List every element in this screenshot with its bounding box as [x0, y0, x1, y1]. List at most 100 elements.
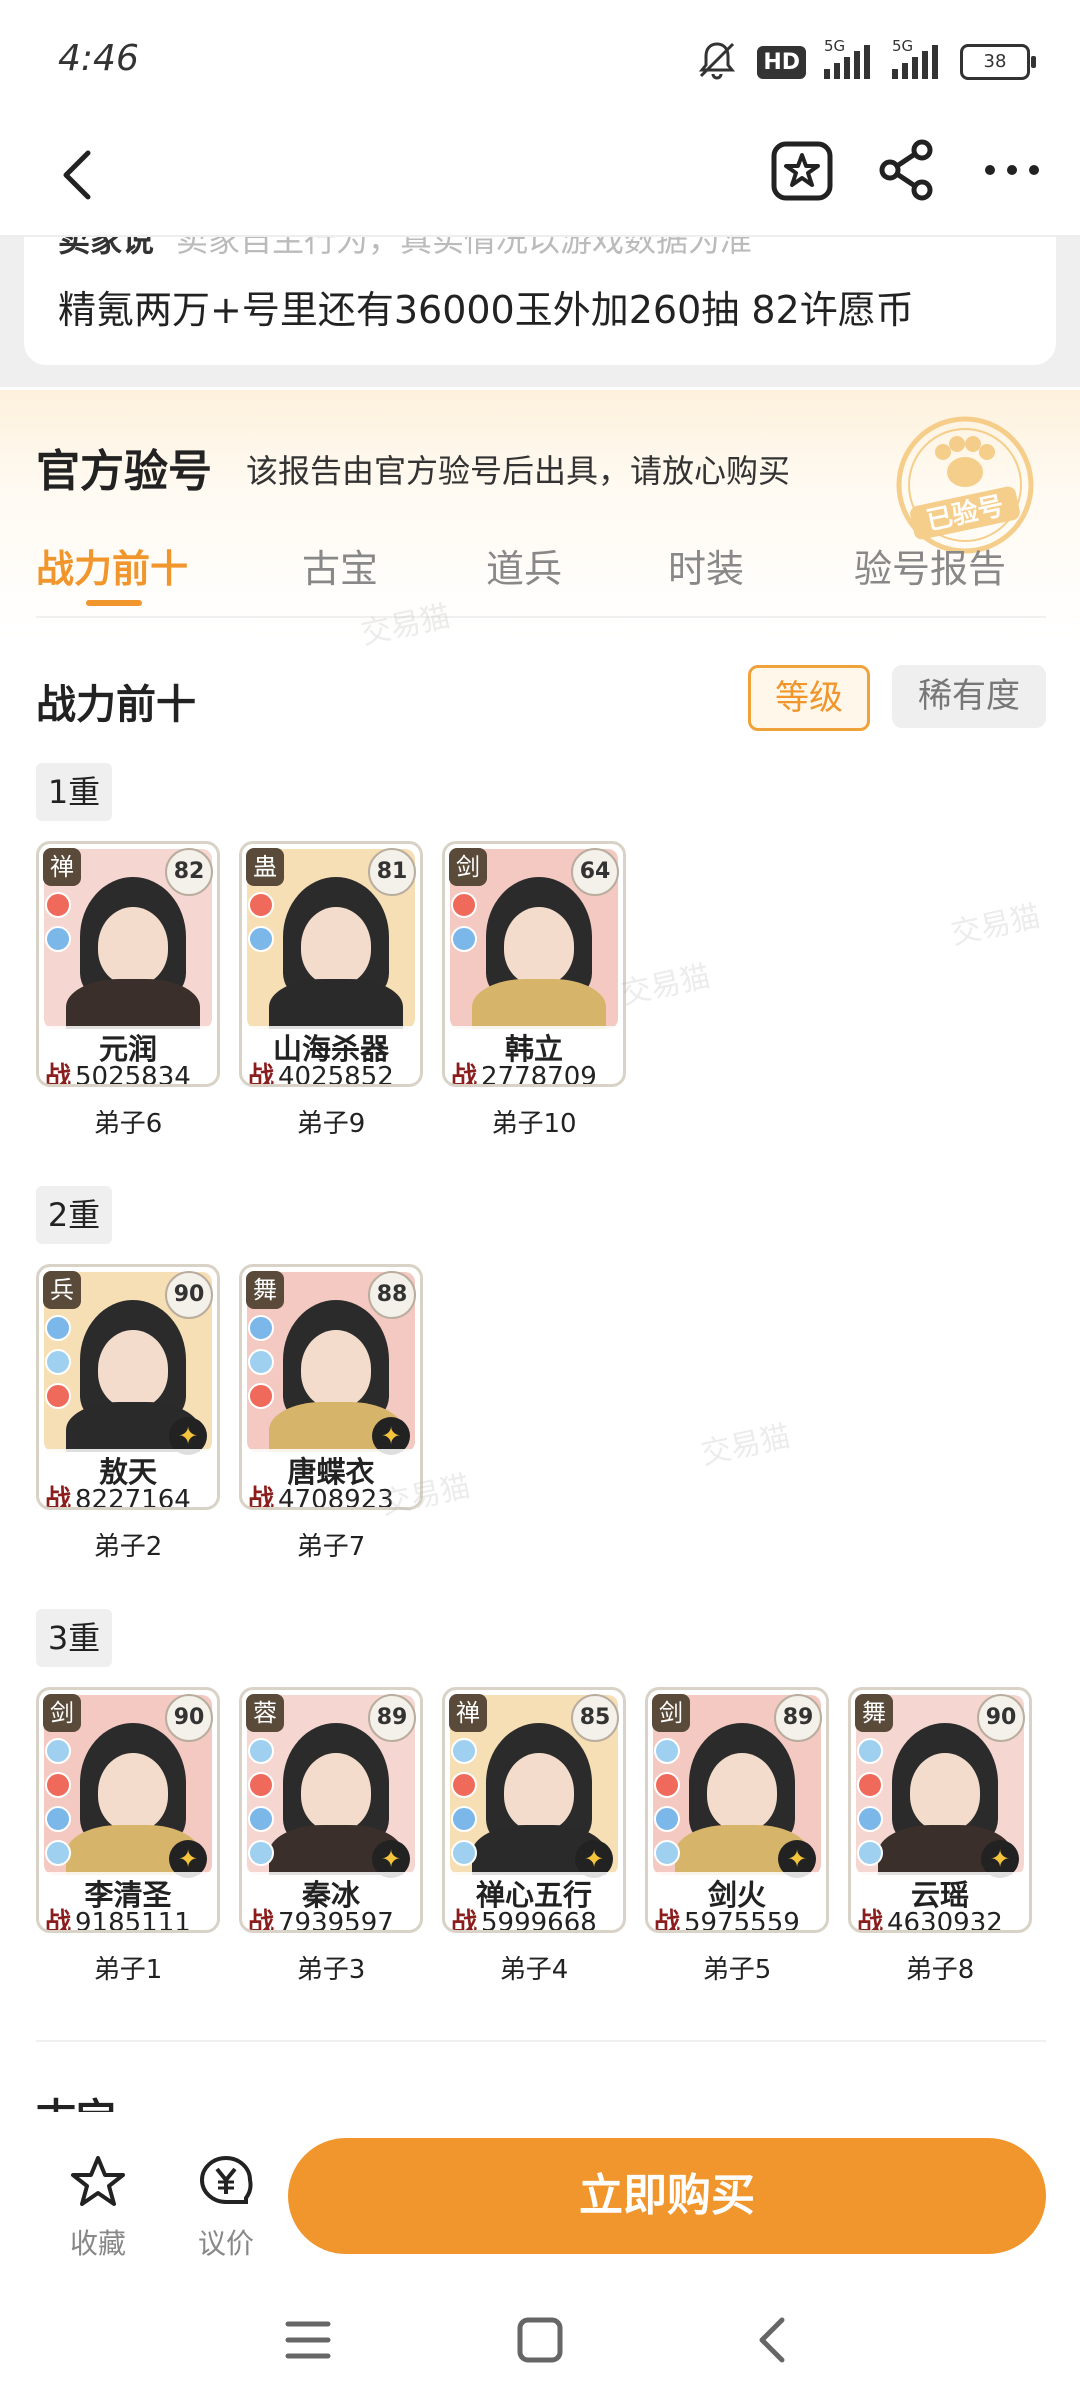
- favorite-action[interactable]: 收藏: [60, 2154, 136, 2262]
- rank-orbs: [451, 1738, 477, 1874]
- power-prefix: 战: [451, 1062, 478, 1087]
- level-badge: 81: [368, 848, 416, 896]
- disciple-label: 弟子6: [93, 1109, 163, 1139]
- seller-note-label: 卖家说: [58, 237, 155, 259]
- star-orb-icon: [45, 1383, 71, 1409]
- bargain-label: 议价: [197, 2227, 254, 2260]
- power-value: 4708923: [278, 1485, 394, 1510]
- disciple-label: 弟子8: [905, 1955, 975, 1985]
- star-orb-icon: [857, 1840, 883, 1866]
- disciple-label: 弟子3: [296, 1955, 366, 1985]
- tab-weapons[interactable]: 道兵: [486, 538, 562, 593]
- power-value: 2778709: [481, 1062, 597, 1087]
- status-time: 4:46: [58, 38, 139, 79]
- bargain-action[interactable]: 议价: [188, 2154, 264, 2262]
- class-badge: 兵: [43, 1271, 81, 1309]
- sort-by-rarity-button[interactable]: 稀有度: [892, 665, 1046, 728]
- level-badge: 88: [368, 1271, 416, 1319]
- star-orb-icon: [45, 1349, 71, 1375]
- class-badge: 禅: [43, 848, 81, 886]
- disciple-label: 弟子7: [296, 1532, 366, 1562]
- star-orb-icon: [45, 926, 71, 952]
- more-dots-icon[interactable]: [980, 138, 1044, 202]
- power-prefix: 战: [857, 1908, 884, 1933]
- disciple-card[interactable]: 蓉 89 ✦ 秦冰战 7939597: [239, 1687, 423, 1933]
- power-value: 4630932: [887, 1908, 1003, 1933]
- combat-power: 战 4025852: [248, 1056, 418, 1087]
- combat-power: 战 5999668: [451, 1902, 621, 1930]
- tab-report[interactable]: 验号报告: [854, 538, 1006, 593]
- tab-outfits[interactable]: 时装: [668, 538, 744, 593]
- system-nav-bar: [0, 2282, 1080, 2401]
- tab-power-top10[interactable]: 战力前十: [36, 538, 188, 593]
- star-orb-icon: [451, 1840, 477, 1866]
- official-title: 官方验号: [36, 446, 212, 497]
- disciple-label: 弟子1: [93, 1955, 163, 1985]
- star-orb-icon: [248, 1840, 274, 1866]
- power-prefix: 战: [45, 1485, 72, 1510]
- sort-by-level-button[interactable]: 等级: [748, 665, 870, 731]
- level-badge: 82: [165, 848, 213, 896]
- signal-icon-1: 5G: [824, 37, 874, 79]
- disciple-card[interactable]: 兵 90 ✦ 敖天战 8227164: [36, 1264, 220, 1510]
- star-orb-icon: [248, 1383, 274, 1409]
- power-value: 5025834: [75, 1062, 191, 1087]
- tab-artifacts[interactable]: 古宝: [302, 538, 378, 593]
- combat-power: 战 5975559: [654, 1902, 824, 1933]
- star-orb-icon: [45, 1315, 71, 1341]
- favorite-star-icon[interactable]: [770, 138, 834, 202]
- rank-orbs: [857, 1738, 883, 1874]
- class-badge: 禅: [449, 1694, 487, 1732]
- disciple-card[interactable]: 禅 82 元润战 5025834: [36, 841, 220, 1087]
- power-value: 5975559: [684, 1908, 800, 1933]
- disciple-label: 弟子10: [491, 1109, 577, 1139]
- disciple-card[interactable]: 蛊 81 山海杀器战 4025852: [239, 841, 423, 1087]
- power-prefix: 战: [654, 1908, 681, 1933]
- power-prefix: 战: [248, 1062, 275, 1087]
- power-value: 9185111: [75, 1908, 191, 1933]
- watermark: 交易猫: [948, 898, 1044, 952]
- seller-description-text: 精氪两万+号里还有36000玉外加260抽 82许愿币: [58, 288, 914, 332]
- seller-note-cut: 卖家说 卖家自主行为，真实情况以游戏数据为准: [58, 237, 752, 261]
- home-icon[interactable]: [510, 2310, 570, 2370]
- star-orb-icon: [248, 892, 274, 918]
- favorite-label: 收藏: [69, 2227, 126, 2260]
- bargain-yen-icon: [200, 2155, 253, 2204]
- level-badge: 89: [368, 1694, 416, 1742]
- disciple-card[interactable]: 舞 90 ✦ 云瑶战 4630932: [848, 1687, 1032, 1933]
- disciple-card[interactable]: 剑 89 ✦ 剑火战 5975559: [645, 1687, 829, 1933]
- disciple-card[interactable]: 舞 88 ✦ 唐蝶衣战 4708923: [239, 1264, 423, 1510]
- star-orb-icon: [45, 892, 71, 918]
- combat-power: 战 4630932: [857, 1902, 1027, 1933]
- rank-orbs: [248, 892, 274, 960]
- menu-icon[interactable]: [278, 2310, 338, 2370]
- official-subtitle: 该报告由官方验号后出具，请放心购买: [246, 452, 791, 490]
- power-value: 8227164: [75, 1485, 191, 1510]
- disciple-card[interactable]: 剑 90 ✦ 李清圣战 9185111: [36, 1687, 220, 1933]
- battery-icon: 38: [960, 44, 1036, 80]
- rank-orbs: [451, 892, 477, 960]
- class-badge: 舞: [246, 1271, 284, 1309]
- section-title: 战力前十: [36, 682, 196, 728]
- status-bar: 4:46 HD 5G 5G 38: [0, 0, 1080, 120]
- power-value: 4025852: [278, 1062, 394, 1087]
- class-badge: 剑: [449, 848, 487, 886]
- disciple-label: 弟子9: [296, 1109, 366, 1139]
- network-label-1: 5G: [824, 37, 846, 55]
- star-orb-icon: [45, 1840, 71, 1866]
- star-orb-icon: [654, 1806, 680, 1832]
- star-orb-icon: [248, 1806, 274, 1832]
- system-back-icon[interactable]: [744, 2310, 804, 2370]
- back-icon[interactable]: [50, 145, 110, 205]
- seller-note-text: 卖家自主行为，真实情况以游戏数据为准: [176, 237, 753, 259]
- star-orb-icon: [451, 926, 477, 952]
- buy-now-button[interactable]: 立即购买: [288, 2138, 1046, 2254]
- level-badge: 90: [977, 1694, 1025, 1742]
- star-orb-icon: [654, 1738, 680, 1764]
- combat-power: 战 2778709: [451, 1056, 621, 1087]
- tier-label: 3重: [36, 1609, 112, 1667]
- disciple-card[interactable]: 禅 85 ✦ 禅心五行战 5999668: [442, 1687, 626, 1933]
- disciple-card[interactable]: 剑 64 韩立战 2778709: [442, 841, 626, 1087]
- tab-divider: [36, 616, 1046, 618]
- share-icon[interactable]: [876, 138, 940, 202]
